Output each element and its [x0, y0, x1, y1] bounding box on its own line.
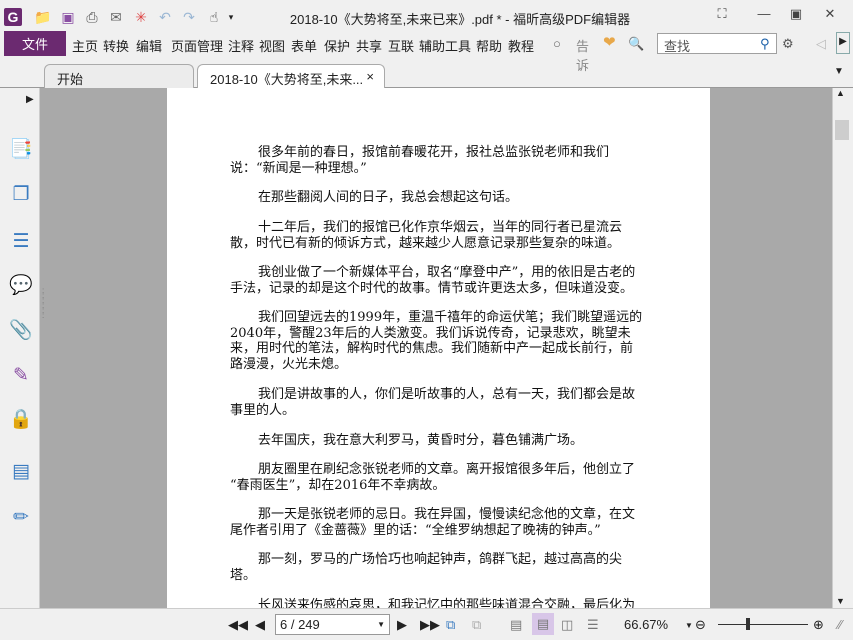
- panel-resize-handle[interactable]: ::::::: [42, 287, 44, 320]
- hand-tool-icon[interactable]: ☝: [205, 8, 223, 26]
- paragraph-line: 事里的人。: [230, 402, 296, 418]
- vertical-scrollbar[interactable]: ▲ ▼: [832, 88, 850, 608]
- tab-list-dropdown-icon[interactable]: ▼: [834, 66, 844, 77]
- bookmarks-icon[interactable]: 📑: [9, 138, 33, 162]
- menu-comment[interactable]: 注释: [228, 36, 254, 55]
- paragraph-line: 我们是讲故事的人，你们是听故事的人，总有一天，我们都会是故: [258, 387, 636, 402]
- search-input[interactable]: 查找: [657, 33, 777, 54]
- pages-thumbnails-icon[interactable]: ❐: [9, 183, 33, 207]
- security-lock-icon[interactable]: 🔒: [9, 408, 33, 432]
- menu-tutorial[interactable]: 教程: [508, 36, 534, 55]
- search-icon[interactable]: ⚲: [760, 36, 770, 52]
- zoom-slider[interactable]: [718, 624, 808, 625]
- close-button[interactable]: ✕: [820, 6, 840, 24]
- first-page-icon[interactable]: ◀◀: [228, 617, 248, 633]
- menu-home[interactable]: 主页: [72, 36, 98, 55]
- continuous-facing-icon[interactable]: ☰: [587, 617, 599, 633]
- redo-icon[interactable]: ↷: [180, 8, 198, 26]
- zoom-out-icon[interactable]: ⊖: [695, 617, 706, 633]
- scroll-left-icon[interactable]: ◁: [816, 36, 826, 52]
- zoom-level[interactable]: 66.67%: [624, 617, 668, 632]
- menu-view[interactable]: 视图: [259, 36, 285, 55]
- title-bar: G 📁 ▣ ⎙ ✉ ✳ ↶ ↷ ☝ ▾ 2018-10《大势将至,未来已来》.p…: [0, 0, 853, 32]
- paragraph-line: 长风送来伤感的哀思，和我记忆中的那些味道混合交融，最后化为: [258, 598, 636, 608]
- save-icon[interactable]: ▣: [59, 8, 77, 26]
- tab-label: 开始: [57, 72, 84, 87]
- zoom-in-icon[interactable]: ⊕: [813, 617, 824, 633]
- signatures-icon[interactable]: ✎: [9, 364, 33, 388]
- document-tabs: 开始 2018-10《大势将至,未来... × ▼: [0, 58, 853, 88]
- close-tab-icon[interactable]: ×: [366, 69, 374, 84]
- page-number: 6 / 249: [280, 617, 320, 632]
- menu-protect[interactable]: 保护: [324, 36, 350, 55]
- ribbon-menu: 文件 主页 转换 编辑 页面管理 注释 视图 表单 保护 共享 互联 辅助工具 …: [0, 31, 853, 73]
- paragraph-line: 说：“新闻是一种理想。”: [230, 160, 367, 176]
- previous-view-icon[interactable]: ⧉: [446, 617, 455, 633]
- menu-help[interactable]: 帮助: [476, 36, 502, 55]
- folder-search-icon[interactable]: 🔍: [628, 36, 644, 52]
- paragraph-line: 手法，记录的却是这个时代的故事。情节或许更迭太多，但味道没变。: [230, 280, 634, 296]
- zoom-dropdown-icon[interactable]: ▼: [685, 621, 693, 630]
- page-number-input[interactable]: 6 / 249 ▼: [275, 614, 390, 635]
- menu-convert[interactable]: 转换: [103, 36, 129, 55]
- single-page-icon[interactable]: ▤: [510, 617, 522, 633]
- paragraph-line: 在那些翻阅人间的日子，我总会想起这句话。: [258, 190, 519, 205]
- scrollbar-thumb[interactable]: [835, 120, 849, 140]
- pdf-page: 很多年前的春日，报馆前春暖花开，报社总监张锐老师和我们 说：“新闻是一种理想。” 在…: [167, 88, 710, 608]
- menu-accessibility[interactable]: 辅助工具: [419, 36, 471, 55]
- menu-edit[interactable]: 编辑: [136, 36, 162, 55]
- attachments-icon[interactable]: 📎: [9, 319, 33, 343]
- scroll-right-icon[interactable]: ▶: [836, 32, 850, 54]
- paragraph-line: 路漫漫，火光未熄。: [230, 356, 348, 372]
- paragraph-line: “春雨医生”，却在2016年不幸病故。: [230, 477, 446, 493]
- app-logo-icon: G: [4, 8, 22, 26]
- next-page-icon[interactable]: ▶: [397, 617, 407, 633]
- navigation-panel: ▶ 📑 ❐ ☰ 💬 📎 ✎ 🔒 ▤ ✏: [0, 88, 40, 608]
- paragraph-line: 塔。: [230, 567, 257, 583]
- last-page-icon[interactable]: ▶▶: [420, 617, 440, 633]
- print-icon[interactable]: ⎙: [83, 8, 101, 26]
- tab-start[interactable]: 开始: [44, 64, 194, 88]
- form-fields-icon[interactable]: ▤: [9, 460, 33, 484]
- tab-document[interactable]: 2018-10《大势将至,未来... ×: [197, 64, 385, 88]
- paragraph-line: 尾作者引用了《金蔷薇》里的话：“全维罗纳想起了晚祷的钟声。”: [230, 522, 601, 538]
- resize-grip-icon[interactable]: ∕∕: [838, 617, 842, 632]
- facing-pages-icon[interactable]: ◫: [561, 617, 573, 633]
- file-menu-button[interactable]: 文件: [4, 31, 66, 56]
- expand-panel-icon[interactable]: ▶: [26, 94, 34, 105]
- menu-connect[interactable]: 互联: [388, 36, 414, 55]
- open-folder-icon[interactable]: 📁: [34, 8, 52, 26]
- lightbulb-icon: ○: [553, 36, 561, 51]
- undo-icon[interactable]: ↶: [156, 8, 174, 26]
- previous-page-icon[interactable]: ◀: [255, 617, 265, 633]
- next-view-icon[interactable]: ⧉: [472, 617, 481, 633]
- tab-label: 2018-10《大势将至,未来...: [210, 72, 364, 87]
- maximize-button[interactable]: ▣: [786, 6, 806, 24]
- menu-page-management[interactable]: 页面管理: [171, 36, 223, 55]
- fullscreen-icon[interactable]: ⛶: [712, 6, 732, 24]
- minimize-button[interactable]: —: [754, 6, 774, 24]
- status-bar: ◀◀ ◀ 6 / 249 ▼ ▶ ▶▶ ⧉ ⧉ ▤ ▤ ◫ ☰ 66.67% ▼ …: [0, 608, 853, 640]
- scroll-down-icon[interactable]: ▼: [836, 596, 845, 606]
- email-icon[interactable]: ✉: [107, 8, 125, 26]
- paragraph-line: 那一刻，罗马的广场恰巧也响起钟声，鸽群飞起，越过高高的尖: [258, 552, 623, 567]
- zoom-slider-thumb[interactable]: [746, 618, 750, 630]
- new-document-icon[interactable]: ✳: [132, 8, 150, 26]
- paragraph-line: 散，时代已有新的倾诉方式，越来越少人愿意记录那些复杂的味道。: [230, 235, 621, 251]
- certify-icon[interactable]: ✏: [9, 506, 33, 530]
- layers-icon[interactable]: ☰: [9, 230, 33, 254]
- customize-toolbar-icon[interactable]: ▾: [222, 8, 240, 26]
- window-title: 2018-10《大势将至,未来已来》.pdf * - 福昕高级PDF编辑器: [289, 12, 631, 27]
- heart-icon[interactable]: ❤: [603, 33, 616, 51]
- comments-icon[interactable]: 💬: [9, 274, 33, 298]
- continuous-page-icon[interactable]: ▤: [532, 613, 554, 635]
- scroll-up-icon[interactable]: ▲: [836, 88, 845, 98]
- menu-form[interactable]: 表单: [291, 36, 317, 55]
- page-dropdown-icon[interactable]: ▼: [377, 620, 385, 629]
- menu-share[interactable]: 共享: [356, 36, 382, 55]
- paragraph-line: 去年国庆，我在意大利罗马，黄昏时分，暮色铺满广场。: [258, 433, 584, 448]
- settings-gear-icon[interactable]: ⚙: [782, 36, 794, 52]
